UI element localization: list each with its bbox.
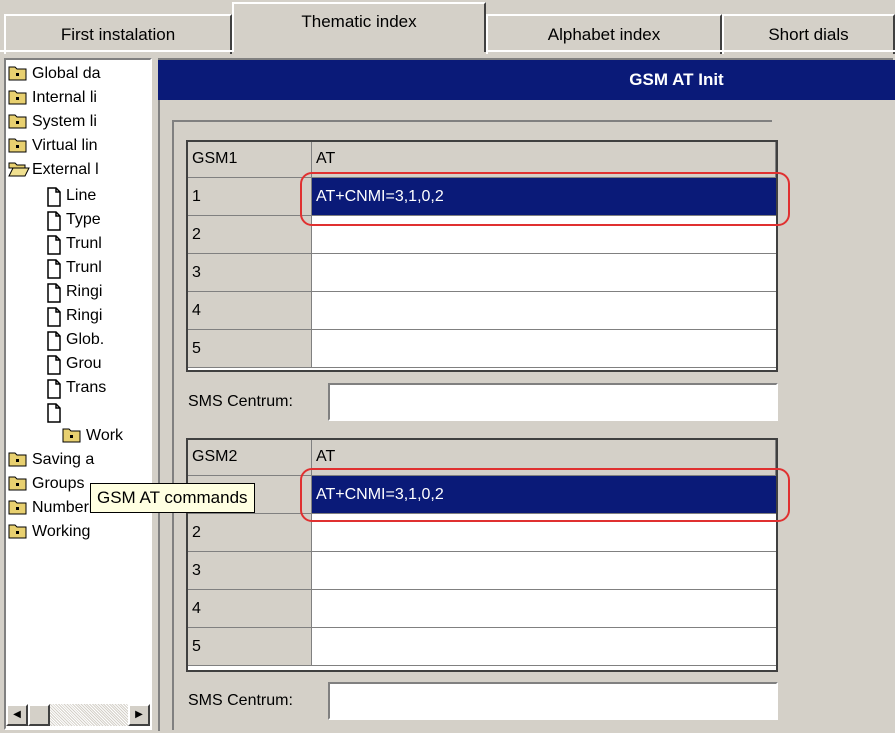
highlight-outline [300, 468, 790, 522]
row-number: 4 [188, 590, 312, 628]
row-number: 2 [188, 514, 312, 552]
tab-label: Thematic index [301, 12, 417, 31]
scroll-track[interactable] [50, 704, 128, 726]
folder-closed-icon [8, 475, 28, 499]
row-number: 5 [188, 330, 312, 368]
row-number: 3 [188, 254, 312, 292]
sms-centrum-field[interactable] [328, 682, 778, 720]
folder-closed-icon [8, 89, 28, 113]
tab-short-dials[interactable]: Short dials [722, 14, 895, 54]
scroll-thumb[interactable] [28, 704, 50, 726]
folder-closed-icon [8, 65, 28, 89]
tab-thematic-index[interactable]: Thematic index [232, 2, 486, 52]
tooltip: GSM AT commands [90, 483, 255, 513]
page-title: GSM AT Init [158, 60, 895, 100]
tree-item-label: Saving a [32, 451, 95, 468]
row-number: 1 [188, 178, 312, 216]
at-command-cell[interactable] [312, 254, 776, 292]
sms-centrum-field[interactable] [328, 383, 778, 421]
scroll-left-button[interactable]: ◀ [6, 704, 28, 726]
tab-baseline [0, 50, 232, 52]
folder-closed-icon [8, 451, 28, 475]
at-command-cell[interactable] [312, 590, 776, 628]
tree-item-label: External l [32, 161, 99, 178]
row-number: 3 [188, 552, 312, 590]
at-command-cell[interactable] [312, 292, 776, 330]
tree-item-label: Global da [32, 65, 101, 82]
tree-item-label: System li [32, 113, 97, 130]
tree-item-label: Trans [66, 379, 107, 396]
at-command-cell[interactable] [312, 552, 776, 590]
scroll-right-button[interactable]: ▶ [128, 704, 150, 726]
tree-item-label: Working [32, 523, 91, 540]
tab-label: Short dials [768, 25, 849, 44]
tree-item-label: Trunl [66, 235, 102, 252]
tree-horizontal-scrollbar[interactable]: ◀ ▶ [6, 704, 150, 726]
tree-panel[interactable]: Global da Internal li System li Virtual lin… [4, 58, 152, 730]
tree-item-label: Work [86, 427, 124, 444]
tree-item-label: Type [66, 211, 101, 228]
tab-baseline [486, 50, 895, 52]
folder-closed-icon [8, 137, 28, 161]
tree-item-label: Line [66, 187, 97, 204]
tree-item-label: Grou [66, 355, 102, 372]
tree-item-label: Ringi [66, 307, 103, 324]
tab-alphabet-index[interactable]: Alphabet index [486, 14, 722, 54]
sms-centrum-label: SMS Centrum: [188, 692, 293, 709]
folder-closed-icon [8, 499, 28, 523]
tree-item-label: Groups [32, 475, 85, 492]
page-title-text: GSM AT Init [629, 70, 724, 89]
folder-closed-icon [8, 113, 28, 137]
folder-closed-icon [8, 523, 28, 547]
tab-bar: First instalation Thematic index Alphabe… [0, 0, 895, 56]
tree-item-label: Internal li [32, 89, 97, 106]
at-command-cell[interactable] [312, 628, 776, 666]
tab-label: Alphabet index [547, 25, 661, 44]
row-number: 2 [188, 216, 312, 254]
row-number: 4 [188, 292, 312, 330]
tab-first-instalation[interactable]: First instalation [4, 14, 232, 54]
folder-open-icon [8, 161, 30, 185]
tree-item-label: Virtual lin [32, 137, 98, 154]
gsm1-column-header: GSM1 [188, 142, 312, 178]
at-command-cell[interactable] [312, 330, 776, 368]
sms-centrum-label: SMS Centrum: [188, 393, 293, 410]
gsm2-column-header: GSM2 [188, 440, 312, 476]
tree-item-label: Glob. [66, 331, 105, 348]
tree-item-label: Numberir [32, 499, 98, 516]
tab-label: First instalation [60, 25, 176, 44]
highlight-outline [300, 172, 790, 226]
row-number: 5 [188, 628, 312, 666]
tree-item-label: Trunl [66, 259, 102, 276]
document-icon [46, 403, 62, 431]
tree-item-label: Ringi [66, 283, 103, 300]
